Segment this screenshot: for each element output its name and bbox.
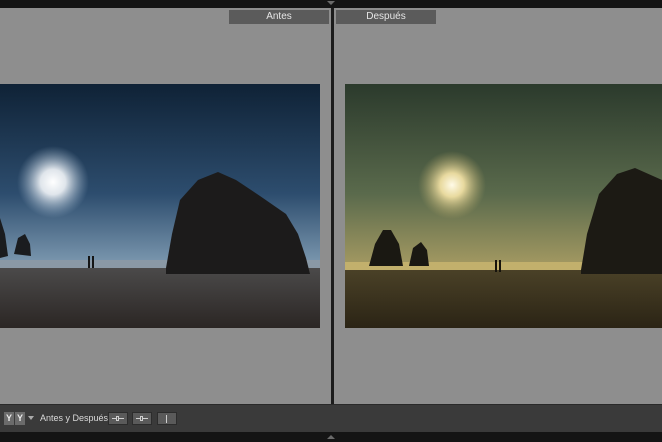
top-panel-bar xyxy=(0,0,662,8)
after-photo[interactable] xyxy=(345,84,662,328)
bottom-panel-bar xyxy=(0,432,662,442)
before-label: Antes xyxy=(229,10,329,24)
before-pane: Antes xyxy=(0,8,331,404)
triangle-up-icon[interactable] xyxy=(327,435,335,439)
copy-after-to-before-button[interactable] xyxy=(132,412,152,425)
view-mode-button[interactable]: Y Y xyxy=(4,412,26,425)
swap-button[interactable] xyxy=(157,412,177,425)
after-pane: Después xyxy=(334,8,662,404)
view-mode-left[interactable]: Y xyxy=(4,412,14,425)
before-photo[interactable] xyxy=(0,84,320,328)
triangle-down-icon[interactable] xyxy=(327,1,335,5)
copy-before-to-after-button[interactable] xyxy=(108,412,128,425)
copy-right-to-left-icon xyxy=(136,416,148,421)
toolbar: Y Y Antes y Después: xyxy=(0,404,662,432)
copy-left-to-right-icon xyxy=(112,416,124,421)
view-mode-right[interactable]: Y xyxy=(15,412,25,425)
after-label: Después xyxy=(336,10,436,24)
swap-icon xyxy=(166,415,167,423)
compare-label: Antes y Después: xyxy=(40,413,111,423)
chevron-down-icon[interactable] xyxy=(28,416,34,420)
